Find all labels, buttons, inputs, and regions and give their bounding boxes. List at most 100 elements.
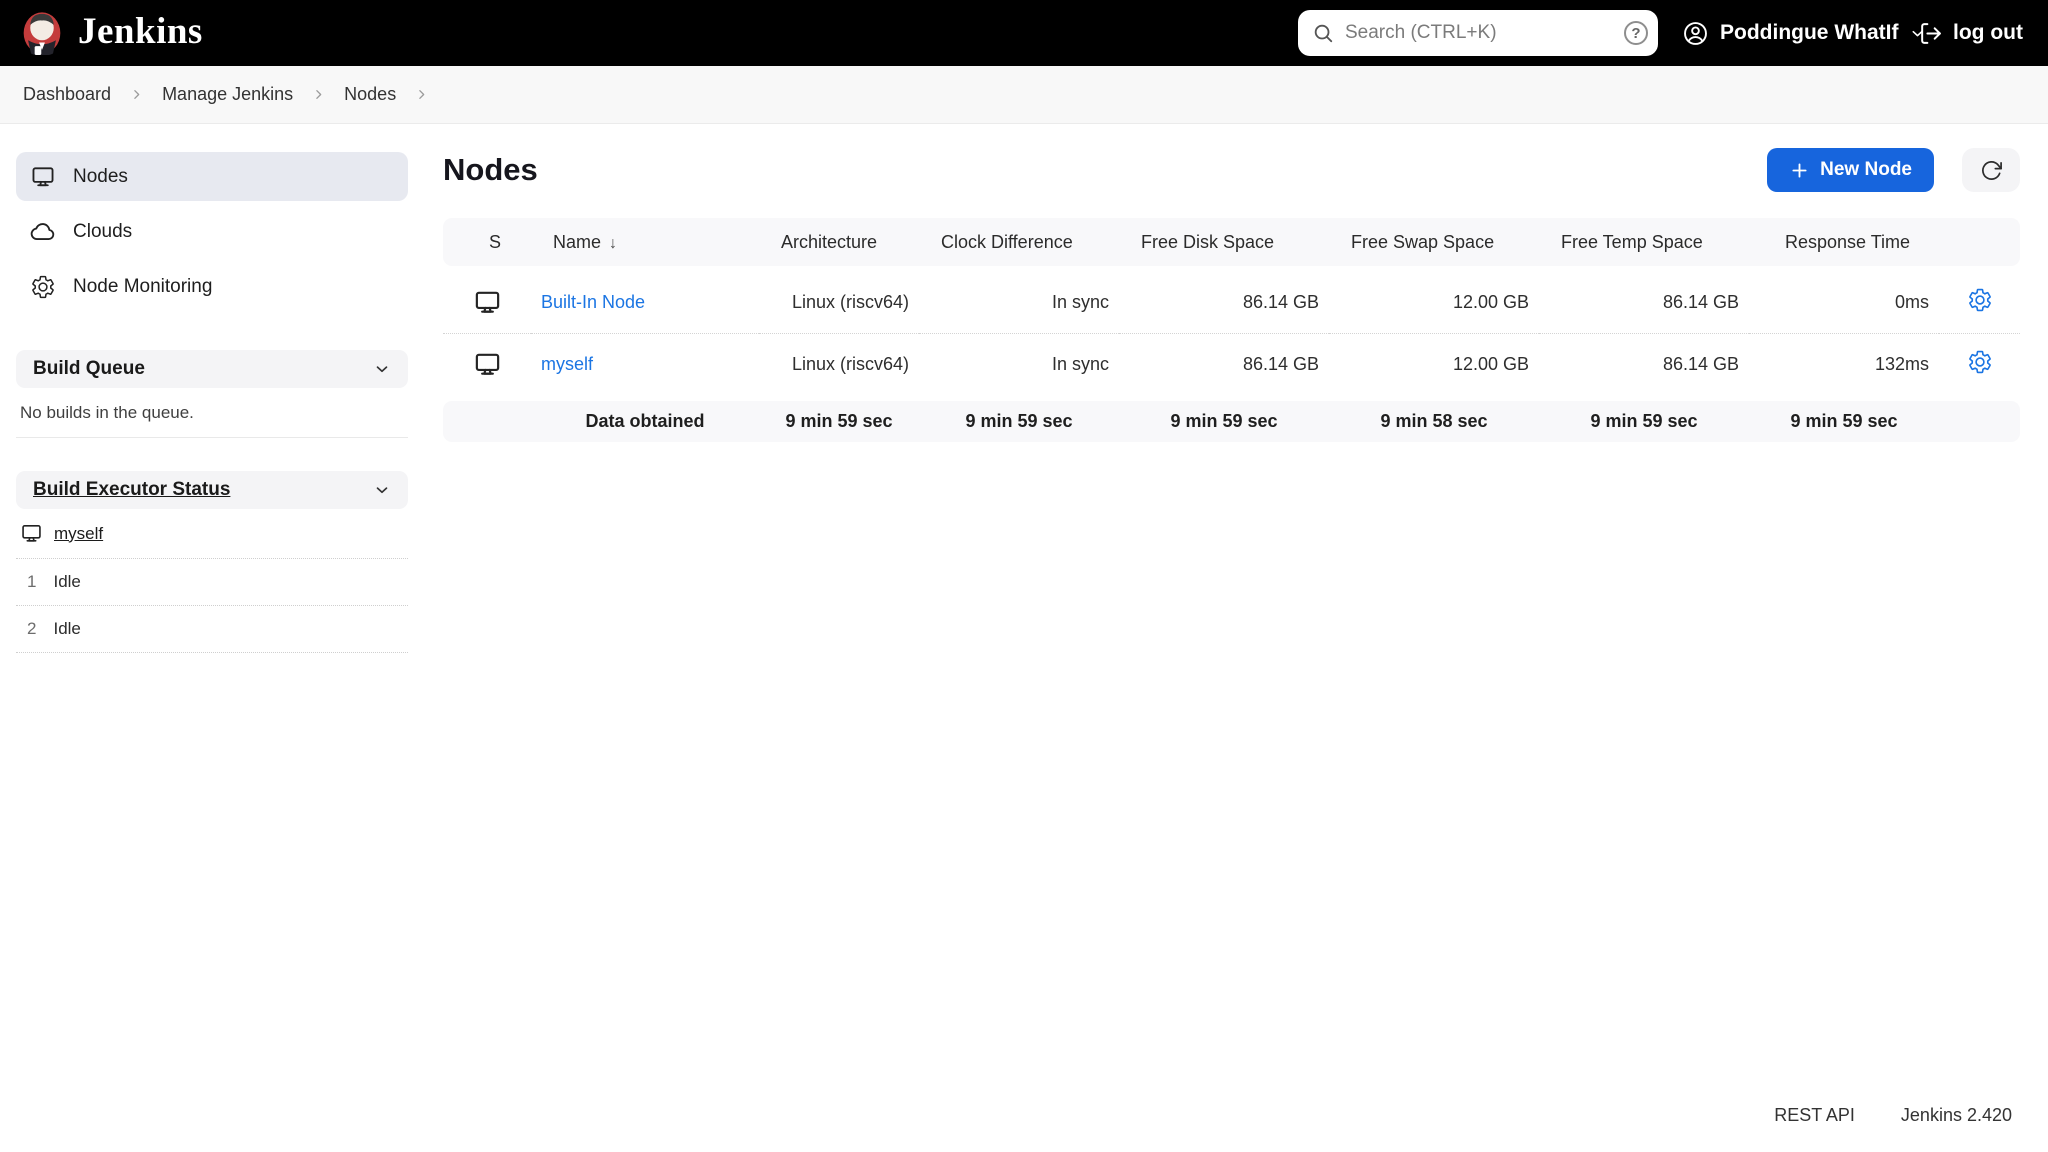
gear-icon bbox=[32, 275, 54, 298]
user-menu[interactable]: Poddingue WhatIf bbox=[1682, 0, 1926, 66]
breadcrumb-dashboard[interactable]: Dashboard bbox=[23, 84, 111, 105]
node-link[interactable]: myself bbox=[541, 354, 593, 374]
sidebar-item-clouds[interactable]: Clouds bbox=[16, 207, 408, 256]
monitor-icon bbox=[22, 525, 41, 542]
data-obtained-empty-cell bbox=[443, 401, 531, 442]
breadcrumb-chevron-icon bbox=[312, 88, 325, 101]
column-header-architecture[interactable]: Architecture bbox=[759, 218, 919, 266]
column-header-free-swap-space[interactable]: Free Swap Space bbox=[1329, 218, 1539, 266]
page-footer: REST API Jenkins 2.420 bbox=[1774, 1105, 2012, 1126]
data-obtained-row: Data obtained 9 min 59 sec 9 min 59 sec … bbox=[443, 401, 2020, 442]
column-header-name[interactable]: Name ↓ bbox=[531, 218, 759, 266]
build-queue-title: Build Queue bbox=[33, 358, 145, 379]
free-disk-space-cell: 86.14 GB bbox=[1119, 333, 1329, 395]
column-header-actions bbox=[1939, 218, 2020, 266]
sidebar-item-label: Node Monitoring bbox=[73, 275, 213, 297]
refresh-button[interactable] bbox=[1962, 148, 2020, 192]
executor-computer-row: myself bbox=[16, 509, 408, 559]
help-icon[interactable]: ? bbox=[1624, 21, 1648, 45]
node-name-cell: Built-In Node bbox=[531, 272, 759, 333]
refresh-icon bbox=[1981, 160, 2002, 180]
node-actions-cell bbox=[1939, 333, 2020, 395]
sidebar-nav: Nodes Clouds Node Monitoring bbox=[16, 152, 408, 311]
data-obtained-clock-difference: 9 min 59 sec bbox=[919, 401, 1119, 442]
free-disk-space-cell: 86.14 GB bbox=[1119, 272, 1329, 333]
brand-title: Jenkins bbox=[78, 11, 203, 52]
sidebar-item-nodes[interactable]: Nodes bbox=[16, 152, 408, 201]
user-icon bbox=[1684, 21, 1707, 45]
data-obtained-actions-cell bbox=[1939, 401, 2020, 442]
free-temp-space-cell: 86.14 GB bbox=[1539, 333, 1749, 395]
sidebar-item-label: Clouds bbox=[73, 220, 133, 242]
jenkins-version: Jenkins 2.420 bbox=[1900, 1105, 2012, 1125]
search-icon bbox=[1314, 24, 1333, 43]
executor-number: 1 bbox=[27, 572, 37, 591]
sidebar: Nodes Clouds Node Monitoring Build Queue… bbox=[0, 124, 424, 653]
sidebar-item-node-monitoring[interactable]: Node Monitoring bbox=[16, 262, 408, 311]
clock-difference-cell: In sync bbox=[919, 272, 1119, 333]
build-queue-header[interactable]: Build Queue bbox=[16, 350, 408, 388]
table-header-row: S Name ↓ Architecture Clock Difference Fr… bbox=[443, 218, 2020, 266]
breadcrumb-chevron-icon bbox=[130, 88, 143, 101]
gear-icon bbox=[1968, 350, 1991, 374]
table-row-built-in-node: Built-In Node Linux (riscv64) In sync 86… bbox=[443, 272, 2020, 333]
column-header-free-temp-space[interactable]: Free Temp Space bbox=[1539, 218, 1749, 266]
free-swap-space-cell: 12.00 GB bbox=[1329, 333, 1539, 395]
breadcrumb: Dashboard Manage Jenkins Nodes bbox=[0, 66, 2048, 124]
content-header: Nodes New Node bbox=[443, 148, 2020, 192]
gear-icon bbox=[1968, 288, 1991, 312]
response-time-cell: 132ms bbox=[1749, 333, 1939, 395]
executor-computer-link[interactable]: myself bbox=[54, 524, 103, 544]
top-bar: Jenkins ? Poddingue WhatIf bbox=[0, 0, 2048, 66]
architecture-cell: Linux (riscv64) bbox=[759, 333, 919, 395]
main-content: Nodes New Node S Name ↓ Architecture Clo… bbox=[443, 124, 2020, 442]
node-settings-button[interactable] bbox=[1967, 349, 1993, 375]
free-temp-space-cell: 86.14 GB bbox=[1539, 272, 1749, 333]
node-status-cell bbox=[443, 272, 531, 333]
user-name: Poddingue WhatIf bbox=[1720, 21, 1899, 44]
data-obtained-free-swap-space: 9 min 58 sec bbox=[1329, 401, 1539, 442]
column-header-free-disk-space[interactable]: Free Disk Space bbox=[1119, 218, 1329, 266]
column-header-response-time[interactable]: Response Time bbox=[1749, 218, 1939, 266]
rest-api-link[interactable]: REST API bbox=[1774, 1105, 1855, 1126]
data-obtained-free-temp-space: 9 min 59 sec bbox=[1539, 401, 1749, 442]
data-obtained-free-disk-space: 9 min 59 sec bbox=[1119, 401, 1329, 442]
plus-icon bbox=[1792, 162, 1807, 178]
jenkins-nodes-page: Jenkins ? Poddingue WhatIf bbox=[0, 0, 2048, 1152]
breadcrumb-context-chevron-icon[interactable] bbox=[415, 88, 428, 101]
free-swap-space-cell: 12.00 GB bbox=[1329, 272, 1539, 333]
header-actions: New Node bbox=[1767, 148, 2020, 192]
cloud-icon bbox=[30, 222, 55, 240]
jenkins-home-link[interactable]: Jenkins bbox=[20, 8, 203, 55]
nodes-table: S Name ↓ Architecture Clock Difference Fr… bbox=[443, 218, 2020, 442]
breadcrumb-nodes[interactable]: Nodes bbox=[344, 84, 396, 105]
node-link[interactable]: Built-In Node bbox=[541, 292, 645, 312]
clock-difference-cell: In sync bbox=[919, 333, 1119, 395]
node-name-cell: myself bbox=[531, 333, 759, 395]
data-obtained-response-time: 9 min 59 sec bbox=[1749, 401, 1939, 442]
monitor-icon bbox=[475, 291, 499, 313]
breadcrumb-manage-jenkins[interactable]: Manage Jenkins bbox=[162, 84, 293, 105]
node-settings-button[interactable] bbox=[1967, 287, 1993, 313]
page-title: Nodes bbox=[443, 152, 538, 187]
executor-row: 1 Idle bbox=[16, 559, 408, 606]
column-header-clock-difference[interactable]: Clock Difference bbox=[919, 218, 1119, 266]
search-input[interactable] bbox=[1334, 22, 1624, 44]
new-node-button-label: New Node bbox=[1820, 159, 1912, 180]
column-header-status[interactable]: S bbox=[443, 218, 531, 266]
build-executor-status-header[interactable]: Build Executor Status bbox=[16, 471, 408, 509]
search-box: ? bbox=[1298, 10, 1658, 56]
node-actions-cell bbox=[1939, 272, 2020, 333]
logout-label: log out bbox=[1953, 21, 2023, 44]
sidebar-item-label: Nodes bbox=[73, 165, 128, 187]
jenkins-butler-logo-icon bbox=[23, 12, 61, 55]
data-obtained-architecture: 9 min 59 sec bbox=[759, 401, 919, 442]
new-node-button[interactable]: New Node bbox=[1767, 148, 1934, 192]
chevron-down-icon bbox=[376, 366, 388, 373]
logout-button[interactable]: log out bbox=[1918, 0, 2023, 66]
response-time-cell: 0ms bbox=[1749, 272, 1939, 333]
architecture-cell: Linux (riscv64) bbox=[759, 272, 919, 333]
executor-status: Idle bbox=[53, 572, 81, 591]
node-status-cell bbox=[443, 333, 531, 395]
monitor-icon bbox=[32, 166, 54, 186]
